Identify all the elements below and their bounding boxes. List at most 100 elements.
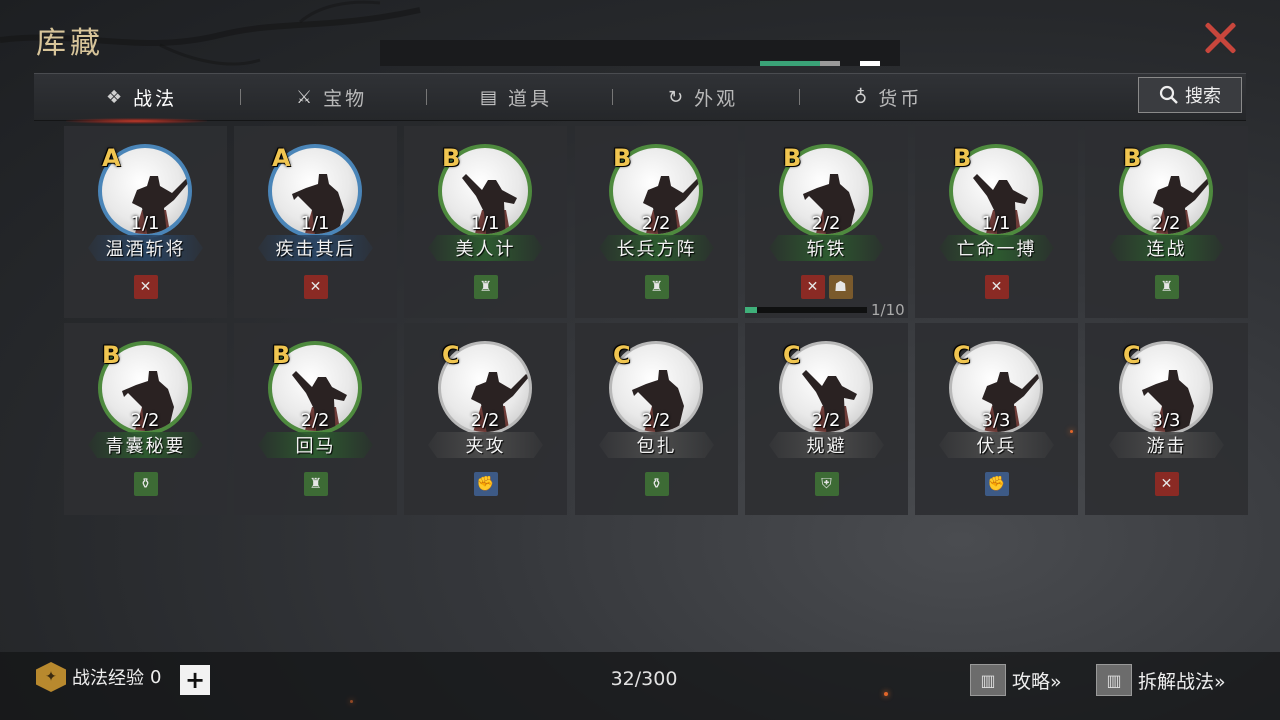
search-button[interactable]: 搜索 <box>1138 77 1242 113</box>
refresh-cycle-icon: ↻ <box>668 86 687 108</box>
tactic-type-badges: ♜ <box>234 472 397 496</box>
grade-label: B <box>442 144 461 172</box>
tab-divider <box>799 89 800 105</box>
tactic-card[interactable]: B 2/2 青囊秘要 ⚱ <box>64 323 227 515</box>
tab-tactics[interactable]: ❖ 战法 <box>65 74 208 124</box>
owned-count: 2/2 <box>300 410 330 431</box>
grade-label: B <box>1123 144 1142 172</box>
tactic-type-badges: ✕ <box>64 275 227 299</box>
tactic-name: 青囊秘要 <box>88 432 203 458</box>
progress-text: 1/10 <box>871 301 905 319</box>
tactic-card[interactable]: C 2/2 规避 ⛨ <box>745 323 908 515</box>
tactic-name: 斩铁 <box>769 235 884 261</box>
tactic-name: 游击 <box>1109 432 1224 458</box>
tab-items[interactable]: ▤ 道具 <box>480 74 552 120</box>
tactic-card[interactable]: B 2/2 回马 ♜ <box>234 323 397 515</box>
grade-label: C <box>1123 341 1141 369</box>
progress-fill <box>745 307 758 313</box>
tactic-card[interactable]: C 3/3 伏兵 ✊ <box>915 323 1078 515</box>
grade-label: B <box>102 341 121 369</box>
tab-label: 货币 <box>878 87 923 110</box>
tactic-exp-icon: ✦ <box>36 662 66 692</box>
owned-count: 2/2 <box>811 213 841 234</box>
storage-capacity: 32/300 <box>610 668 678 690</box>
crossed-swords-icon: ✕ <box>133 275 158 299</box>
tactic-name: 亡命一搏 <box>939 235 1054 261</box>
owned-count: 1/1 <box>130 213 160 234</box>
coin-bag-icon: ♁ <box>854 86 871 108</box>
treasure-cannon-icon: ⚔ <box>296 86 316 108</box>
tab-divider <box>426 89 427 105</box>
tab-label: 宝物 <box>323 87 368 110</box>
tactic-card[interactable]: B 1/1 美人计 ♜ <box>404 126 567 318</box>
helmet-arrow-icon: ♜ <box>644 275 669 299</box>
dismantle-label: 拆解战法» <box>1138 670 1226 693</box>
scroll-bundle-icon: ❖ <box>106 86 126 108</box>
tactic-card[interactable]: A 1/1 温酒斩将 ✕ <box>64 126 227 318</box>
shield-icon: ⛨ <box>814 472 839 496</box>
tab-treasure[interactable]: ⚔ 宝物 <box>296 74 367 120</box>
owned-count: 1/1 <box>300 213 330 234</box>
tactic-type-badges: ✕ <box>915 275 1078 299</box>
tactic-type-badges: ✕ ☗ <box>745 275 908 299</box>
guide-label: 攻略» <box>1012 670 1062 693</box>
grade-label: C <box>953 341 971 369</box>
scroll-book-icon: ▥ <box>970 664 1006 696</box>
tactic-card[interactable]: B 2/2 连战 ♜ <box>1085 126 1248 318</box>
tactic-card[interactable]: B 2/2 斩铁 ✕ ☗ <box>745 126 908 318</box>
owned-count: 3/3 <box>981 410 1011 431</box>
crossed-swords-icon: ✕ <box>800 275 825 299</box>
fist-icon: ✊ <box>473 472 498 496</box>
bamboo-scroll-icon: ▥ <box>1096 664 1132 696</box>
tactic-card[interactable]: A 1/1 疾击其后 ✕ <box>234 126 397 318</box>
crossed-swords-icon: ✕ <box>984 275 1009 299</box>
grade-label: C <box>442 341 460 369</box>
grade-label: B <box>783 144 802 172</box>
grade-label: B <box>272 341 291 369</box>
tactic-name: 伏兵 <box>939 432 1054 458</box>
owned-count: 2/2 <box>130 410 160 431</box>
tactic-card[interactable]: C 2/2 夹攻 ✊ <box>404 323 567 515</box>
medicine-pot-icon: ⚱ <box>133 472 158 496</box>
tab-currency[interactable]: ♁ 货币 <box>854 74 922 120</box>
tactic-name: 疾击其后 <box>258 235 373 261</box>
tactic-type-badges: ✊ <box>404 472 567 496</box>
search-label: 搜索 <box>1185 86 1221 107</box>
tactic-name: 包扎 <box>599 432 714 458</box>
grade-label: B <box>613 144 632 172</box>
tactic-type-badges: ✊ <box>915 472 1078 496</box>
tactic-card[interactable]: B 2/2 长兵方阵 ♜ <box>575 126 738 318</box>
tactic-type-badges: ✕ <box>1085 472 1248 496</box>
tactic-card[interactable]: C 3/3 游击 ✕ <box>1085 323 1248 515</box>
add-exp-button[interactable]: + <box>180 665 210 695</box>
close-icon[interactable] <box>1200 18 1240 58</box>
helmet-arrow-icon: ♜ <box>473 275 498 299</box>
beast-face-icon: ☗ <box>828 275 853 299</box>
tactic-card[interactable]: B 1/1 亡命一搏 ✕ <box>915 126 1078 318</box>
grade-label: A <box>272 144 291 172</box>
tactic-type-badges: ✕ <box>234 275 397 299</box>
tactic-name: 回马 <box>258 432 373 458</box>
exp-label: 战法经验 <box>72 668 144 689</box>
tactic-card[interactable]: C 2/2 包扎 ⚱ <box>575 323 738 515</box>
medicine-pot-icon: ⚱ <box>644 472 669 496</box>
tactic-type-badges: ♜ <box>575 275 738 299</box>
owned-count: 1/1 <box>470 213 500 234</box>
tactic-name: 温酒斩将 <box>88 235 203 261</box>
crossed-swords-icon: ✕ <box>1154 472 1179 496</box>
tactic-exp: ✦ 战法经验 0 <box>36 662 161 692</box>
tactic-type-badges: ♜ <box>404 275 567 299</box>
ember-decoration <box>1070 430 1073 433</box>
tactic-name: 夹攻 <box>428 432 543 458</box>
helmet-arrow-icon: ♜ <box>1154 275 1179 299</box>
server-info-bar <box>380 40 900 66</box>
grade-label: C <box>613 341 631 369</box>
grade-label: B <box>953 144 972 172</box>
search-icon <box>1159 85 1178 104</box>
guide-link[interactable]: ▥ 攻略» <box>970 664 1062 696</box>
tab-appearance[interactable]: ↻ 外观 <box>668 74 738 120</box>
dismantle-tactics-link[interactable]: ▥ 拆解战法» <box>1096 664 1226 696</box>
tactic-type-badges: ⚱ <box>575 472 738 496</box>
owned-count: 2/2 <box>1151 213 1181 234</box>
grade-label: A <box>102 144 121 172</box>
